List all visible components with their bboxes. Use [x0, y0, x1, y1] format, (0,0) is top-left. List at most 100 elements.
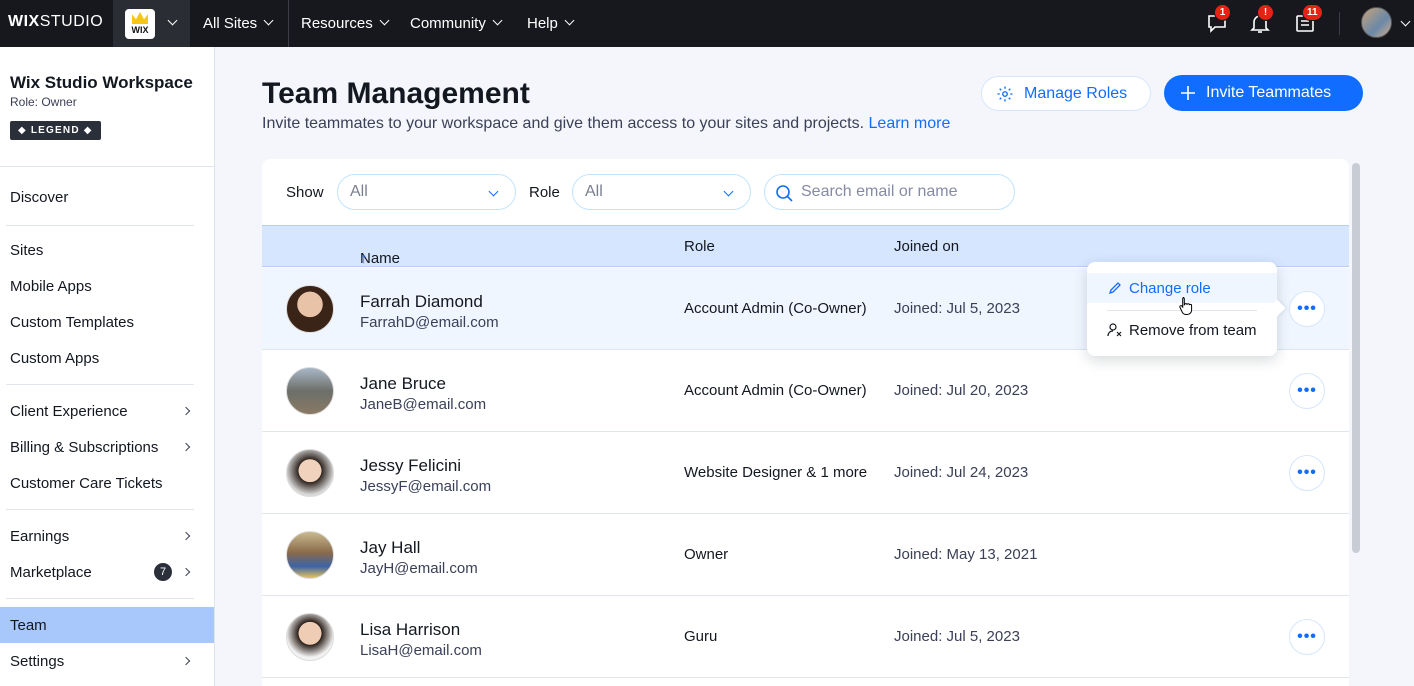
avatar	[286, 285, 334, 333]
divider	[6, 598, 194, 599]
member-name: Jessy Felicini	[360, 456, 462, 475]
chevron-down-icon	[492, 15, 503, 26]
search-input[interactable]: Search email or name	[764, 174, 1015, 210]
role-column-header: Role	[684, 238, 715, 255]
manage-roles-button[interactable]: Manage Roles	[981, 76, 1151, 111]
scrollbar-thumb[interactable]	[1352, 163, 1360, 553]
plus-icon	[1181, 86, 1195, 100]
chevron-down-icon	[488, 186, 499, 197]
member-email: JaneB@email.com	[360, 396, 487, 413]
sidebar-item-marketplace[interactable]: Marketplace 7	[0, 554, 214, 590]
pencil-icon	[1108, 282, 1121, 295]
sidebar: Wix Studio Workspace Role: Owner ◆ LEGEN…	[0, 47, 215, 686]
nav-resources[interactable]: Resources	[301, 0, 390, 47]
nav-help[interactable]: Help	[527, 0, 575, 47]
sidebar-item-discover[interactable]: Discover	[0, 179, 214, 215]
chevron-down-icon	[379, 15, 390, 26]
member-joined: Joined: Jul 24, 2023	[894, 464, 1029, 481]
gear-icon	[997, 86, 1013, 101]
sidebar-item-team[interactable]: Team	[0, 607, 214, 643]
search-icon	[776, 185, 793, 202]
member-role: Account Admin (Co-Owner)	[684, 300, 867, 317]
sidebar-item-mobile-apps[interactable]: Mobile Apps	[0, 268, 214, 304]
member-email: JayH@email.com	[360, 560, 478, 577]
notification-badge: !	[1257, 4, 1274, 21]
chevron-right-icon	[181, 442, 191, 452]
divider	[6, 509, 194, 510]
show-filter-select[interactable]: All	[337, 174, 516, 210]
workspace-role: Role: Owner	[10, 95, 77, 109]
sidebar-item-sites[interactable]: Sites	[0, 232, 214, 268]
role-filter-label: Role	[529, 184, 560, 201]
divider	[0, 166, 214, 167]
chevron-down-icon[interactable]	[1400, 16, 1411, 27]
joined-column-header: Joined on	[894, 238, 960, 255]
learn-more-link[interactable]: Learn more	[869, 115, 951, 132]
member-role: Account Admin (Co-Owner)	[684, 382, 867, 399]
chevron-down-icon	[263, 15, 274, 26]
remove-from-team-menu-item[interactable]: Remove from team	[1087, 315, 1277, 345]
remove-user-icon	[1107, 323, 1122, 337]
wix-studio-logo[interactable]: WIXSTUDIO	[8, 13, 103, 31]
avatar	[286, 367, 334, 415]
role-filter-select[interactable]: All	[572, 174, 751, 210]
crown-icon	[132, 12, 148, 24]
legend-badge: ◆ LEGEND ◆	[10, 121, 101, 140]
nav-all-sites[interactable]: All Sites	[203, 0, 274, 47]
page-subtitle: Invite teammates to your workspace and g…	[262, 115, 951, 132]
divider	[1339, 12, 1340, 35]
divider	[288, 0, 289, 47]
member-role: Owner	[684, 546, 729, 563]
chevron-right-icon	[181, 567, 191, 577]
member-email: JessyF@email.com	[360, 478, 492, 495]
divider	[6, 225, 194, 226]
more-actions-button[interactable]: •••	[1289, 373, 1325, 409]
member-name: Jay Hall	[360, 538, 421, 557]
chevron-right-icon	[181, 531, 191, 541]
sidebar-item-customer-care[interactable]: Customer Care Tickets	[0, 465, 214, 501]
page-title: Team Management	[262, 77, 530, 110]
invite-teammates-button[interactable]: Invite Teammates	[1164, 75, 1363, 111]
member-name: Farrah Diamond	[360, 292, 483, 311]
avatar	[286, 613, 334, 661]
member-role: Website Designer & 1 more	[684, 464, 868, 481]
chevron-down-icon	[723, 186, 734, 197]
more-actions-button[interactable]: •••	[1289, 619, 1325, 655]
scrollbar[interactable]	[1350, 159, 1362, 686]
member-email: LisaH@email.com	[360, 642, 482, 659]
member-name: Lisa Harrison	[360, 620, 461, 639]
table-row[interactable]: Jessy Felicini JessyF@email.com Website …	[262, 432, 1349, 514]
sidebar-item-custom-templates[interactable]: Custom Templates	[0, 304, 214, 340]
chat-badge: 1	[1214, 4, 1231, 21]
inbox-badge: 11	[1302, 4, 1323, 21]
sidebar-item-earnings[interactable]: Earnings	[0, 518, 214, 554]
workspace-title: Wix Studio Workspace	[10, 73, 193, 92]
sidebar-item-billing[interactable]: Billing & Subscriptions	[0, 429, 214, 465]
sidebar-item-custom-apps[interactable]: Custom Apps	[0, 340, 214, 376]
site-switcher[interactable]: WIX	[113, 0, 190, 47]
member-joined: Joined: Jul 20, 2023	[894, 382, 1029, 399]
sort-arrow-icon: ↑	[360, 250, 368, 267]
member-joined: Joined: Jul 5, 2023	[894, 300, 1020, 317]
site-thumb-label: WIX	[131, 25, 149, 35]
chevron-down-icon	[564, 15, 575, 26]
member-joined: Joined: May 13, 2021	[894, 546, 1038, 563]
table-row[interactable]: Jay Hall JayH@email.com Owner Joined: Ma…	[262, 514, 1349, 596]
top-bar: WIXSTUDIO WIX All Sites Resources Commun…	[0, 0, 1414, 47]
member-role: Guru	[684, 628, 718, 645]
show-filter-label: Show	[286, 184, 324, 201]
nav-community[interactable]: Community	[410, 0, 503, 47]
more-actions-button[interactable]: •••	[1289, 455, 1325, 491]
table-row[interactable]: Lisa Harrison LisaH@email.com Guru Joine…	[262, 596, 1349, 678]
table-row[interactable]: Jane Bruce JaneB@email.com Account Admin…	[262, 350, 1349, 432]
chevron-down-icon	[167, 15, 178, 26]
site-thumbnail: WIX	[125, 8, 155, 39]
marketplace-count-badge: 7	[154, 563, 172, 581]
member-name: Jane Bruce	[360, 374, 446, 393]
sidebar-item-settings[interactable]: Settings	[0, 643, 214, 679]
divider	[6, 384, 194, 385]
more-actions-button[interactable]: •••	[1289, 291, 1325, 327]
user-avatar[interactable]	[1361, 7, 1392, 38]
team-table-card: Show All Role All Search email or name N…	[262, 159, 1349, 686]
sidebar-item-client-experience[interactable]: Client Experience	[0, 393, 214, 429]
